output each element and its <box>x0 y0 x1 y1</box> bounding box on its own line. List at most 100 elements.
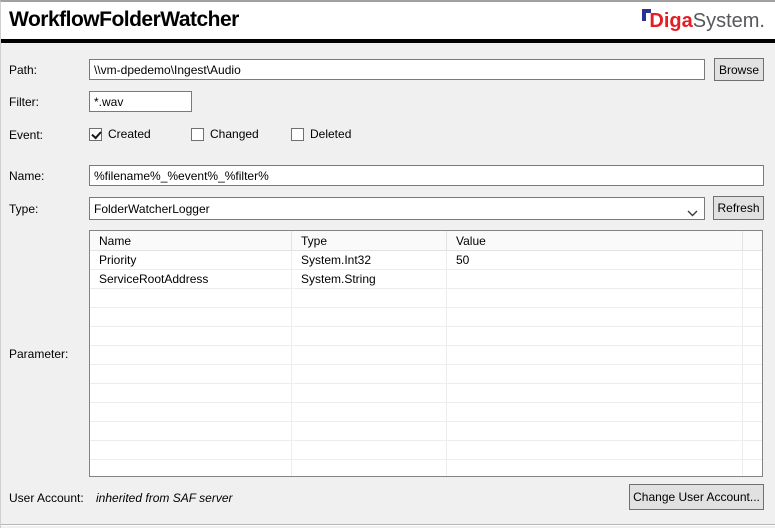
table-cell[interactable] <box>292 327 447 345</box>
table-cell-filler <box>743 422 762 440</box>
table-cell[interactable] <box>447 308 743 326</box>
table-row[interactable] <box>90 403 762 422</box>
table-row[interactable] <box>90 422 762 441</box>
table-cell[interactable] <box>447 346 743 364</box>
table-cell[interactable] <box>447 403 743 421</box>
workflow-folder-watcher-window: WorkflowFolderWatcher DigaSystem. Path: … <box>0 0 775 528</box>
table-cell[interactable] <box>90 403 292 421</box>
table-cell[interactable]: Priority <box>90 251 292 269</box>
path-input[interactable]: \\vm-dpedemo\Ingest\Audio <box>89 59 705 80</box>
filter-input[interactable]: *.wav <box>89 91 192 112</box>
table-cell[interactable] <box>447 422 743 440</box>
column-header-value[interactable]: Value <box>447 231 743 250</box>
table-cell[interactable] <box>447 365 743 383</box>
table-cell-filler <box>743 251 762 269</box>
table-cell[interactable] <box>90 441 292 459</box>
table-row[interactable] <box>90 327 762 346</box>
table-row[interactable]: ServiceRootAddressSystem.String <box>90 270 762 289</box>
table-cell[interactable] <box>447 289 743 307</box>
table-cell-filler <box>743 327 762 345</box>
checkbox-deleted-label: Deleted <box>310 127 351 141</box>
table-cell-filler <box>743 346 762 364</box>
table-cell[interactable] <box>447 270 743 288</box>
table-cell-filler <box>743 384 762 402</box>
column-header-name[interactable]: Name <box>90 231 292 250</box>
table-row[interactable] <box>90 441 762 460</box>
table-cell-filler <box>743 403 762 421</box>
table-row[interactable] <box>90 365 762 384</box>
table-cell[interactable] <box>292 346 447 364</box>
digasystem-logo: DigaSystem. <box>642 9 765 33</box>
refresh-button[interactable]: Refresh <box>713 196 764 220</box>
table-cell-filler <box>743 441 762 459</box>
table-cell[interactable] <box>90 327 292 345</box>
table-cell[interactable] <box>292 365 447 383</box>
table-cell[interactable] <box>292 403 447 421</box>
browse-button[interactable]: Browse <box>714 58 764 81</box>
table-cell[interactable] <box>447 460 743 477</box>
page-title: WorkflowFolderWatcher <box>9 8 239 32</box>
parameter-table-body: PrioritySystem.Int3250ServiceRootAddress… <box>90 251 762 477</box>
table-cell[interactable] <box>292 308 447 326</box>
table-row[interactable] <box>90 384 762 403</box>
type-dropdown[interactable]: FolderWatcherLogger <box>89 197 705 220</box>
checkbox-changed-box[interactable] <box>191 128 204 141</box>
checkbox-created[interactable]: Created <box>89 127 151 141</box>
table-row[interactable] <box>90 308 762 327</box>
table-cell[interactable] <box>292 441 447 459</box>
logo-text-system: System. <box>693 10 765 32</box>
table-cell[interactable] <box>292 422 447 440</box>
logo-text-diga: Diga <box>649 10 692 32</box>
column-header-filler <box>743 231 762 250</box>
table-row[interactable]: PrioritySystem.Int3250 <box>90 251 762 270</box>
table-row[interactable] <box>90 289 762 308</box>
table-row[interactable] <box>90 346 762 365</box>
table-cell-filler <box>743 289 762 307</box>
name-label: Name: <box>9 169 44 183</box>
table-cell[interactable] <box>90 460 292 477</box>
type-dropdown-value: FolderWatcherLogger <box>94 202 210 216</box>
table-cell[interactable] <box>90 422 292 440</box>
table-cell-filler <box>743 270 762 288</box>
user-account-label: User Account: <box>9 491 84 505</box>
digasystem-corner-icon <box>642 9 651 21</box>
chevron-down-icon[interactable] <box>687 205 698 221</box>
table-cell[interactable] <box>90 384 292 402</box>
table-cell[interactable]: 50 <box>447 251 743 269</box>
table-cell-filler <box>743 460 762 477</box>
table-cell[interactable] <box>447 441 743 459</box>
parameter-label: Parameter: <box>9 347 68 361</box>
checkbox-changed-label: Changed <box>210 127 259 141</box>
parameter-table: NameTypeValue PrioritySystem.Int3250Serv… <box>89 230 763 477</box>
table-cell[interactable]: System.String <box>292 270 447 288</box>
bottom-divider <box>1 524 775 526</box>
parameter-table-header: NameTypeValue <box>90 231 762 251</box>
column-header-type[interactable]: Type <box>292 231 447 250</box>
table-cell[interactable] <box>90 346 292 364</box>
table-cell[interactable] <box>447 384 743 402</box>
table-cell[interactable] <box>447 327 743 345</box>
table-cell[interactable] <box>90 308 292 326</box>
change-user-account-button[interactable]: Change User Account... <box>629 484 764 510</box>
user-account-value: inherited from SAF server <box>96 491 233 505</box>
header-divider-bar <box>1 39 775 43</box>
filter-label: Filter: <box>9 95 39 109</box>
event-label: Event: <box>9 128 43 142</box>
name-input[interactable]: %filename%_%event%_%filter% <box>89 165 764 186</box>
table-cell[interactable] <box>90 365 292 383</box>
table-cell[interactable]: ServiceRootAddress <box>90 270 292 288</box>
table-cell[interactable] <box>90 289 292 307</box>
table-cell[interactable] <box>292 460 447 477</box>
table-cell[interactable]: System.Int32 <box>292 251 447 269</box>
header: WorkflowFolderWatcher DigaSystem. <box>1 2 775 39</box>
table-cell-filler <box>743 308 762 326</box>
table-cell[interactable] <box>292 384 447 402</box>
checkbox-created-box[interactable] <box>89 128 102 141</box>
checkbox-changed[interactable]: Changed <box>191 127 259 141</box>
type-label: Type: <box>9 202 38 216</box>
path-label: Path: <box>9 63 37 77</box>
checkbox-deleted[interactable]: Deleted <box>291 127 351 141</box>
table-row[interactable] <box>90 460 762 477</box>
table-cell[interactable] <box>292 289 447 307</box>
checkbox-deleted-box[interactable] <box>291 128 304 141</box>
